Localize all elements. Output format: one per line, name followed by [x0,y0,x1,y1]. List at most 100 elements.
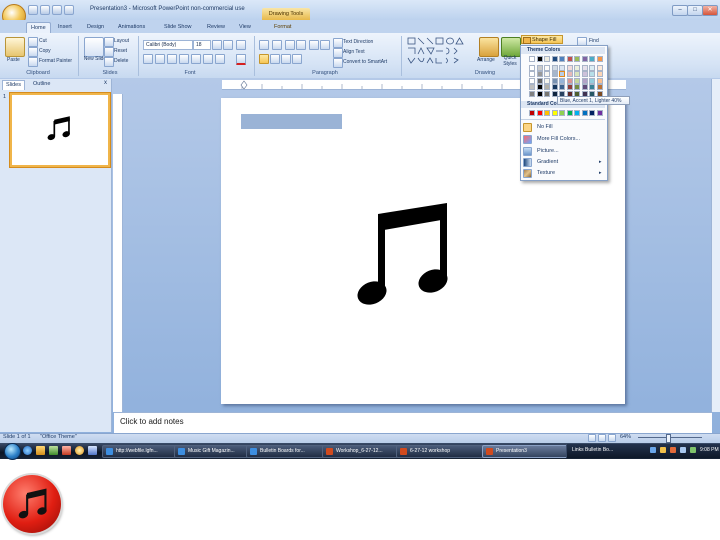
theme-color-swatch[interactable] [596,56,603,62]
theme-color-swatch[interactable] [581,71,588,77]
ie-quicklaunch-icon[interactable] [23,446,32,455]
standard-colors-grid[interactable] [529,110,605,117]
align-left-icon[interactable] [259,54,269,64]
delete-icon[interactable] [104,57,114,67]
tab-insert[interactable]: Insert [54,22,76,33]
shadow-icon[interactable] [191,54,201,64]
theme-color-swatch[interactable] [596,64,603,71]
font-name-combo[interactable]: Calibri (Body) [143,40,193,50]
messenger-quicklaunch-icon[interactable] [75,446,84,455]
standard-color-swatch[interactable] [596,110,603,116]
theme-color-swatch[interactable] [551,84,558,90]
grow-font-icon[interactable] [212,40,222,50]
character-spacing-icon[interactable] [203,54,213,64]
tray-links[interactable]: Links Bulletin Bo... [572,447,613,453]
undo-icon[interactable] [40,5,50,15]
slide-sorter-icon[interactable] [598,434,606,442]
menu-more-fill-colors[interactable]: More Fill Colors... [537,136,580,142]
standard-color-swatch[interactable] [574,110,580,116]
taskbar-item-workshop[interactable]: 6-27-12 workshop [396,445,493,458]
theme-colors-grid[interactable] [529,56,605,98]
menu-no-fill[interactable]: No Fill [537,124,553,130]
theme-color-swatch[interactable] [596,84,603,90]
menu-texture[interactable]: Texture [537,170,555,176]
taskbar-item-browser-3[interactable]: Bulletin Boards for... [246,445,333,458]
standard-color-swatch[interactable] [536,110,543,116]
office-quicklaunch-icon[interactable] [62,446,71,455]
theme-color-swatch[interactable] [544,71,550,77]
theme-color-swatch[interactable] [581,64,588,71]
theme-color-swatch[interactable] [536,90,543,97]
slideshow-view-icon[interactable] [608,434,616,442]
tab-animations[interactable]: Animations [114,22,149,33]
standard-color-swatch[interactable] [529,110,535,116]
font-color-icon[interactable] [236,54,246,65]
align-text-icon[interactable] [333,48,343,58]
notes-pane[interactable] [114,412,712,433]
theme-color-swatch[interactable] [566,56,573,62]
theme-color-swatch[interactable] [536,77,543,84]
selected-text-box[interactable] [241,114,342,129]
zoom-slider-thumb[interactable] [666,434,671,443]
normal-view-icon[interactable] [588,434,596,442]
layout-label[interactable]: Layout [114,38,129,44]
maximize-button[interactable]: □ [687,5,703,16]
theme-color-swatch[interactable] [566,84,573,90]
taskbar-item-browser-1[interactable]: http://webfile.lgfn... [102,445,185,458]
shapes-gallery[interactable] [406,36,472,66]
theme-color-swatch[interactable] [581,77,588,84]
find-label[interactable]: Find [589,38,599,44]
cut-label[interactable]: Cut [39,38,47,44]
standard-color-swatch[interactable] [559,110,565,116]
theme-color-swatch[interactable] [529,71,535,77]
theme-color-swatch[interactable] [559,71,565,77]
arrange-label[interactable]: Arrange [477,57,495,63]
tab-slide-show[interactable]: Slide Show [160,22,196,33]
theme-color-swatch[interactable] [559,77,565,84]
taskbar-item-browser-2[interactable]: Music Gift Magazin... [174,445,257,458]
delete-label[interactable]: Delete [114,58,128,64]
standard-color-swatch[interactable] [544,110,550,116]
quick-access-customize-icon[interactable] [64,5,74,15]
decrease-indent-icon[interactable] [285,40,295,50]
theme-color-swatch[interactable] [559,64,565,71]
strikethrough-icon[interactable] [179,54,189,64]
folder-quicklaunch-icon[interactable] [36,446,45,455]
theme-color-swatch[interactable] [574,84,580,90]
theme-color-swatch[interactable] [566,71,573,77]
theme-color-swatch[interactable] [529,64,535,71]
shrink-font-icon[interactable] [223,40,233,50]
copy-label[interactable]: Copy [39,48,51,54]
notes-placeholder[interactable]: Click to add notes [120,417,184,426]
start-button[interactable] [4,443,21,460]
update-tray-icon[interactable] [670,447,676,453]
theme-color-swatch[interactable] [544,64,550,71]
theme-color-swatch[interactable] [581,84,588,90]
numbering-icon[interactable] [272,40,282,50]
media-quicklaunch-icon[interactable] [49,446,58,455]
taskbar-item-workshop-ppt[interactable]: Workshop_6-27-12... [322,445,407,458]
theme-color-swatch[interactable] [551,56,558,62]
reset-icon[interactable] [104,47,114,57]
theme-color-swatch[interactable] [589,64,595,71]
theme-color-swatch[interactable] [536,71,543,77]
tab-review[interactable]: Review [203,22,229,33]
standard-color-swatch[interactable] [551,110,558,116]
theme-color-swatch[interactable] [551,77,558,84]
theme-color-swatch[interactable] [574,77,580,84]
theme-color-swatch[interactable] [589,84,595,90]
text-direction-icon[interactable] [333,38,343,48]
theme-color-swatch[interactable] [596,77,603,84]
reset-label[interactable]: Reset [114,48,127,54]
font-size-combo[interactable]: 18 [193,40,211,50]
menu-picture[interactable]: Picture... [537,148,559,154]
theme-color-swatch[interactable] [559,84,565,90]
theme-color-swatch[interactable] [544,77,550,84]
theme-color-swatch[interactable] [589,77,595,84]
network-tray-icon[interactable] [650,447,656,453]
clock[interactable]: 9:08 PM [700,447,719,453]
format-painter-icon[interactable] [28,57,38,67]
power-tray-icon[interactable] [690,447,696,453]
theme-color-swatch[interactable] [559,56,565,62]
standard-color-swatch[interactable] [581,110,588,116]
